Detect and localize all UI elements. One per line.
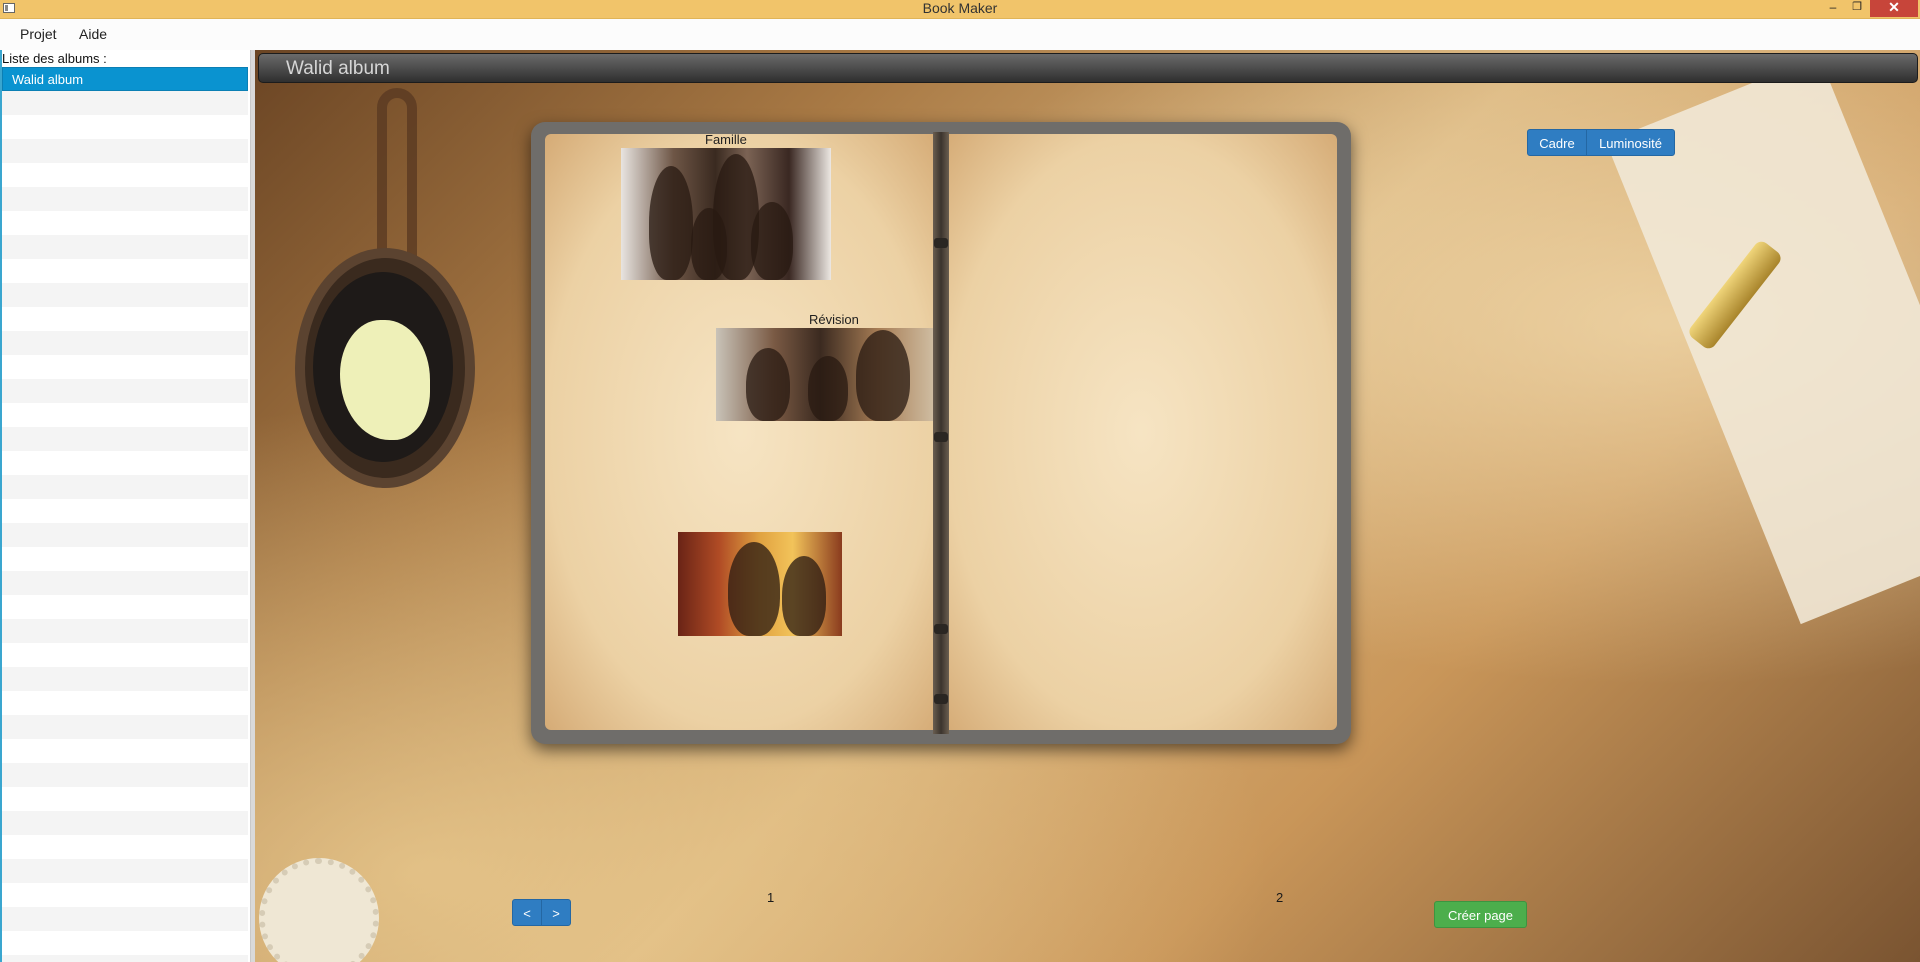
spine-knot: [934, 432, 948, 442]
book: Famille Révision: [531, 122, 1351, 744]
spine-knot: [934, 238, 948, 248]
photo-caption: Famille: [705, 132, 747, 147]
next-page-button[interactable]: >: [541, 899, 571, 926]
create-page-button[interactable]: Créer page: [1434, 901, 1527, 928]
close-button[interactable]: ✕: [1870, 0, 1918, 17]
revision-photo[interactable]: [716, 328, 948, 421]
menu-bar: Projet Aide: [0, 19, 1920, 50]
book-page-left[interactable]: Famille Révision: [545, 132, 948, 730]
album-list[interactable]: Walid album: [2, 67, 248, 962]
album-list-label: Liste des albums :: [2, 51, 107, 66]
album-title: Walid album: [286, 58, 390, 79]
minimize-button[interactable]: –: [1822, 0, 1844, 17]
family-photo[interactable]: [621, 148, 831, 280]
menu-projet[interactable]: Projet: [20, 19, 57, 50]
maximize-button[interactable]: ❐: [1846, 0, 1868, 17]
previous-page-button[interactable]: <: [512, 899, 542, 926]
page-number-right: 2: [1276, 890, 1284, 905]
page-number-left: 1: [767, 890, 775, 905]
spine-knot: [934, 624, 948, 634]
album-list-item[interactable]: Walid album: [2, 67, 248, 91]
brightness-button[interactable]: Luminosité: [1586, 129, 1675, 156]
spine-knot: [934, 694, 948, 704]
album-list-panel: Liste des albums : Walid album: [0, 50, 250, 962]
book-page-right[interactable]: [945, 134, 1337, 730]
menu-aide[interactable]: Aide: [79, 19, 107, 50]
frame-button[interactable]: Cadre: [1527, 129, 1587, 156]
brooch-decoration: [259, 858, 379, 962]
album-header: Walid album: [258, 53, 1918, 83]
window-title: Book Maker: [922, 0, 998, 16]
title-bar: Book Maker – ❐ ✕: [0, 0, 1920, 19]
photo-caption: Révision: [809, 312, 859, 327]
reading-kids-photo[interactable]: [678, 532, 842, 636]
album-view: Walid album Famille Révision Cadre Lumin…: [255, 50, 1920, 962]
